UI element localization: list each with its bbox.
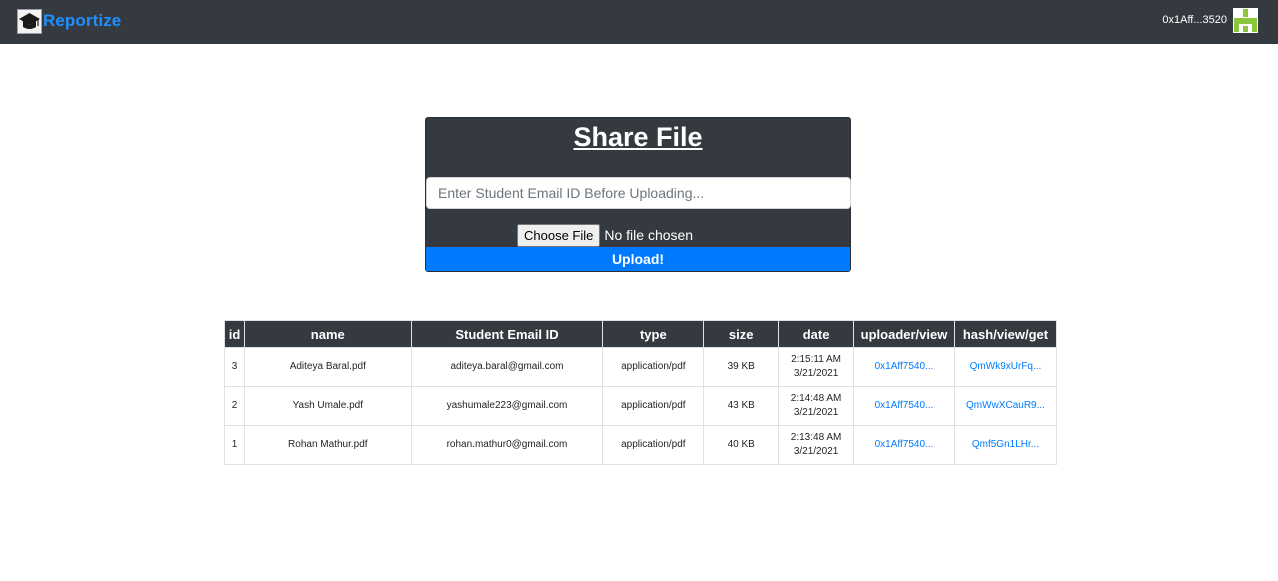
cell-date-time: 2:15:11 AM [791,354,841,365]
cell-date-time: 2:13:48 AM [790,432,842,443]
cell-type: application/pdf [602,347,705,387]
table-row: 2 Yash Umale.pdf yashumale223@gmail.com … [224,386,1058,426]
cell-name: Aditeya Baral.pdf [243,347,412,387]
files-table: id name Student Email ID type size date … [224,320,1058,465]
uploader-link[interactable]: 0x1Aff7540... [875,439,934,450]
cell-uploader: 0x1Aff7540... [853,347,955,387]
hash-link[interactable]: QmWwXCauR9... [966,400,1045,411]
cell-email: yashumale223@gmail.com [410,386,604,426]
cell-name: Rohan Mathur.pdf [243,425,412,465]
hash-link[interactable]: Qmf5Gn1LHr... [972,439,1039,450]
cell-hash: QmWwXCauR9... [953,386,1058,426]
cell-date-day: 3/21/2021 [793,368,839,379]
share-file-card: Share File Choose File No file chosen Up… [425,117,851,272]
cell-type: application/pdf [602,425,705,465]
cell-date-time: 2:14:48 AM [790,393,842,404]
cell-date-day: 3/21/2021 [793,407,839,418]
file-status-text: No file chosen [604,227,694,243]
cell-size: 43 KB [703,386,780,426]
table-row: 3 Aditeya Baral.pdf aditeya.baral@gmail.… [224,347,1058,387]
cell-size: 40 KB [703,425,780,465]
identicon-avatar [1233,8,1258,33]
header-id: id [224,320,245,348]
header-hash-view-get: hash/view/get [953,320,1058,348]
cell-email: rohan.mathur0@gmail.com [410,425,604,465]
header-student-email: Student Email ID [410,320,604,348]
header-size: size [703,320,780,348]
table-row: 1 Rohan Mathur.pdf rohan.mathur0@gmail.c… [224,425,1058,465]
cell-hash: Qmf5Gn1LHr... [953,425,1058,465]
cell-date: 2:14:48 AM 3/21/2021 [778,386,855,426]
upload-button[interactable]: Upload! [426,247,850,271]
cell-date: 2:13:48 AM 3/21/2021 [778,425,855,465]
uploader-link[interactable]: 0x1Aff7540... [875,400,934,411]
cell-date: 2:15:11 AM 3/21/2021 [778,347,855,387]
brand-link[interactable]: Reportize [17,8,121,34]
header-uploader-view: uploader/view [853,320,955,348]
cell-type: application/pdf [602,386,705,426]
cell-id: 3 [224,347,245,387]
cell-email: aditeya.baral@gmail.com [410,347,604,387]
table-header-row: id name Student Email ID type size date … [224,320,1058,348]
file-picker: Choose File No file chosen [517,223,693,247]
graduation-cap-icon [17,8,42,34]
cell-size: 39 KB [703,347,780,387]
cell-uploader: 0x1Aff7540... [853,386,955,426]
cell-id: 1 [224,425,245,465]
brand-name: Reportize [43,11,122,30]
uploader-link[interactable]: 0x1Aff7540... [875,361,934,372]
student-email-input[interactable] [426,177,851,209]
cell-date-day: 3/21/2021 [793,446,839,457]
cell-name: Yash Umale.pdf [243,386,412,426]
cell-uploader: 0x1Aff7540... [853,425,955,465]
hash-link[interactable]: QmWk9xUrFq... [970,361,1042,372]
header-date: date [778,320,855,348]
cell-hash: QmWk9xUrFq... [953,347,1058,387]
account-address: 0x1Aff...3520 [1162,14,1227,26]
header-type: type [602,320,705,348]
share-file-title: Share File [573,122,703,152]
navbar: Reportize 0x1Aff...3520 [0,0,1278,44]
cell-id: 2 [224,386,245,426]
header-name: name [243,320,412,348]
choose-file-button[interactable]: Choose File [517,223,601,247]
